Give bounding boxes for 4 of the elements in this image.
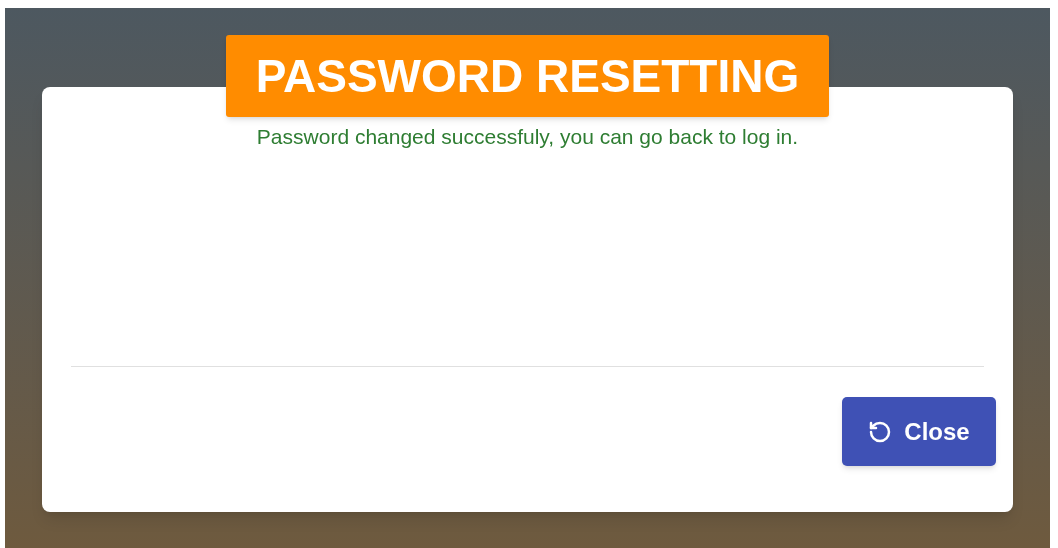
dialog-title: PASSWORD RESETTING: [225, 35, 830, 117]
undo-arrow-icon: [868, 419, 893, 444]
success-message: Password changed successfuly, you can go back to log in.: [256, 125, 799, 149]
close-button[interactable]: Close: [842, 397, 996, 466]
